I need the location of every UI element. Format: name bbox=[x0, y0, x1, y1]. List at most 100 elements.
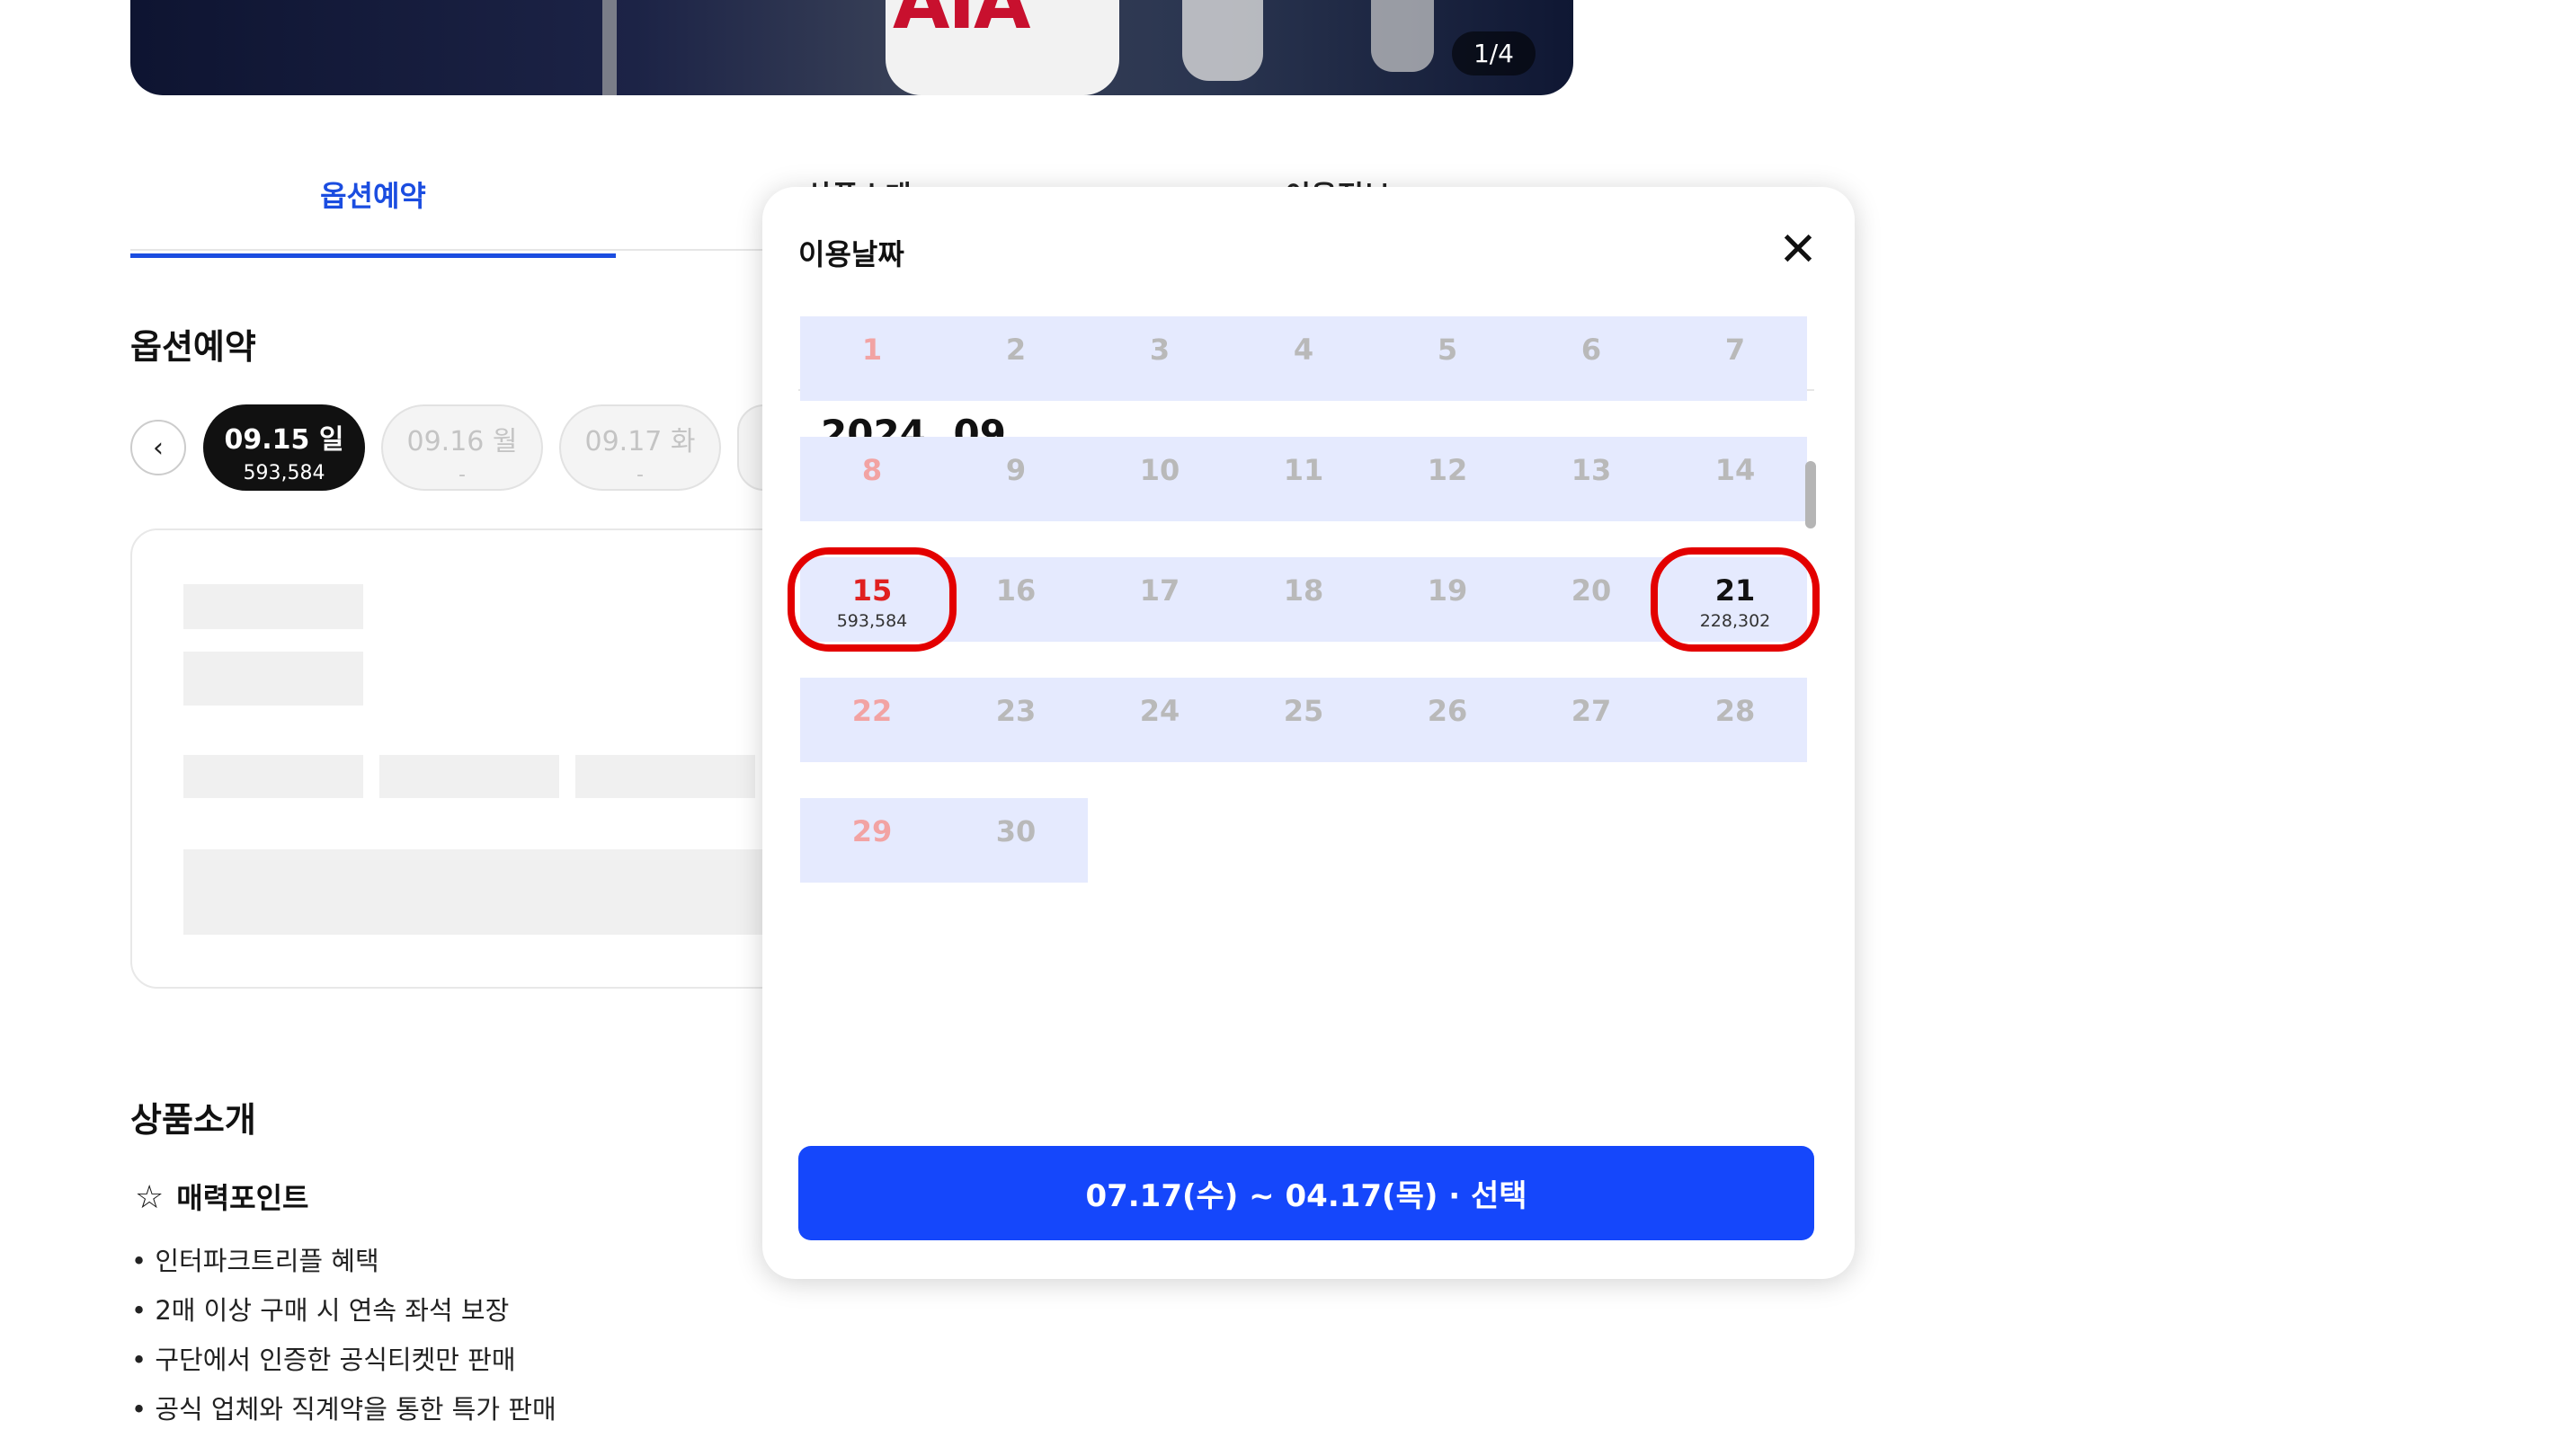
calendar-day[interactable]: 25 bbox=[1232, 678, 1375, 762]
date-pill-price: - bbox=[458, 464, 466, 486]
calendar-day-price: 593,584 bbox=[836, 611, 908, 631]
calendar-day[interactable]: 8 bbox=[800, 437, 944, 521]
calendar-day[interactable]: 9 bbox=[944, 437, 1088, 521]
calendar-day[interactable]: 4 bbox=[1232, 316, 1375, 401]
list-item: 인터파크트리플 혜택 bbox=[131, 1240, 556, 1290]
prev-date-button[interactable]: ‹ bbox=[130, 420, 186, 475]
calendar-day[interactable]: 13 bbox=[1519, 437, 1663, 521]
skeleton-block bbox=[183, 584, 363, 629]
calendar-day-number: 16 bbox=[995, 573, 1037, 608]
calendar-day[interactable]: 15 593,584 bbox=[800, 557, 944, 642]
calendar-day[interactable]: 3 bbox=[1088, 316, 1232, 401]
calendar-day[interactable]: 5 bbox=[1375, 316, 1519, 401]
calendar-day[interactable]: 26 bbox=[1375, 678, 1519, 762]
calendar-scrollbar[interactable] bbox=[1805, 461, 1816, 528]
select-date-button[interactable]: 07.17(수) ~ 04.17(목) · 선택 bbox=[798, 1146, 1814, 1240]
date-pill-selected[interactable]: 09.15 일 593,584 bbox=[203, 404, 365, 491]
modal-title: 이용날짜 bbox=[798, 237, 904, 271]
calendar-day[interactable]: 16 bbox=[944, 557, 1088, 642]
calendar-day[interactable]: 12 bbox=[1375, 437, 1519, 521]
calendar-day-number: 29 bbox=[851, 814, 893, 848]
calendar-day-number: 7 bbox=[1724, 333, 1746, 367]
date-pill-label: 09.17 화 bbox=[584, 426, 696, 457]
calendar-day-number: 26 bbox=[1427, 694, 1468, 728]
hero-image-pole bbox=[602, 0, 617, 95]
tab-options[interactable]: 옵션예약 bbox=[130, 166, 616, 258]
calendar-day-number: 28 bbox=[1714, 694, 1756, 728]
list-item: 공식 업체와 직계약을 통한 특가 판매 bbox=[131, 1389, 556, 1438]
chevron-left-icon: ‹ bbox=[153, 431, 164, 464]
calendar-day[interactable]: 28 bbox=[1663, 678, 1807, 762]
attract-list: 인터파크트리플 혜택 2매 이상 구매 시 연속 좌석 보장 구단에서 인증한 … bbox=[131, 1240, 556, 1438]
date-pill-price: - bbox=[637, 464, 644, 486]
calendar-day-number: 11 bbox=[1283, 453, 1324, 487]
skeleton-block bbox=[183, 652, 363, 706]
list-item: 2매 이상 구매 시 연속 좌석 보장 bbox=[131, 1290, 556, 1339]
calendar-day[interactable]: 18 bbox=[1232, 557, 1375, 642]
calendar-day-number: 14 bbox=[1714, 453, 1756, 487]
slide-counter: 1/4 bbox=[1451, 31, 1536, 75]
date-pill[interactable]: 09.17 화 - bbox=[559, 404, 721, 491]
skeleton-block bbox=[379, 755, 559, 798]
calendar-day[interactable]: 10 bbox=[1088, 437, 1232, 521]
product-title: 상품소개 bbox=[130, 1100, 256, 1140]
calendar-day-number: 4 bbox=[1293, 333, 1314, 367]
calendar-day[interactable]: 22 bbox=[800, 678, 944, 762]
skeleton-block bbox=[575, 755, 755, 798]
calendar-day-number: 27 bbox=[1571, 694, 1612, 728]
attract-heading: ☆ 매력포인트 bbox=[135, 1176, 308, 1217]
calendar-day[interactable]: 2 bbox=[944, 316, 1088, 401]
calendar-day-number: 18 bbox=[1283, 573, 1324, 608]
date-pill-price: 593,584 bbox=[243, 462, 325, 484]
calendar-day[interactable]: 6 bbox=[1519, 316, 1663, 401]
calendar-day-number: 2 bbox=[1005, 333, 1027, 367]
calendar-day-price: 228,302 bbox=[1699, 611, 1771, 631]
date-picker-modal: 이용날짜 ✕ 일 월 화 수 목 금 토 2024. 09 1234567891… bbox=[762, 187, 1855, 1279]
calendar-day[interactable]: 21 228,302 bbox=[1663, 557, 1807, 642]
calendar-day-number: 1 bbox=[861, 333, 883, 367]
calendar-day-number: 25 bbox=[1283, 694, 1324, 728]
calendar-day[interactable]: 1 bbox=[800, 316, 944, 401]
calendar-day[interactable]: 11 bbox=[1232, 437, 1375, 521]
calendar-day-number: 21 bbox=[1714, 573, 1756, 608]
hero-banner[interactable]: AIA 1/4 bbox=[130, 0, 1573, 95]
calendar-day-number: 22 bbox=[851, 694, 893, 728]
hero-shirt-text: AIA bbox=[893, 0, 1030, 46]
calendar-day-number: 13 bbox=[1571, 453, 1612, 487]
calendar-day[interactable]: 17 bbox=[1088, 557, 1232, 642]
hero-image-player: AIA bbox=[886, 0, 1119, 95]
date-pill-label: 09.16 월 bbox=[406, 426, 518, 457]
calendar-day[interactable]: 23 bbox=[944, 678, 1088, 762]
calendar-day[interactable]: 29 bbox=[800, 798, 944, 883]
calendar-day-number: 15 bbox=[851, 573, 893, 608]
calendar-day-number: 23 bbox=[995, 694, 1037, 728]
calendar-day-number: 19 bbox=[1427, 573, 1468, 608]
close-icon[interactable]: ✕ bbox=[1778, 226, 1818, 273]
calendar-day[interactable]: 27 bbox=[1519, 678, 1663, 762]
options-title: 옵션예약 bbox=[130, 327, 256, 367]
calendar-day-number: 17 bbox=[1139, 573, 1180, 608]
calendar-day-number: 20 bbox=[1571, 573, 1612, 608]
calendar-day-number: 12 bbox=[1427, 453, 1468, 487]
calendar-day[interactable]: 20 bbox=[1519, 557, 1663, 642]
skeleton-block bbox=[183, 755, 363, 798]
date-pill[interactable]: 09.16 월 - bbox=[381, 404, 543, 491]
calendar-day-number: 24 bbox=[1139, 694, 1180, 728]
calendar-day-number: 9 bbox=[1005, 453, 1027, 487]
hero-image-player bbox=[1371, 0, 1434, 72]
calendar-day[interactable]: 19 bbox=[1375, 557, 1519, 642]
hero-image-player bbox=[1182, 0, 1263, 81]
calendar-day[interactable]: 14 bbox=[1663, 437, 1807, 521]
calendar-day[interactable]: 30 bbox=[944, 798, 1088, 883]
calendar-day-number: 8 bbox=[861, 453, 883, 487]
calendar-day-number: 6 bbox=[1580, 333, 1602, 367]
calendar-day[interactable]: 24 bbox=[1088, 678, 1232, 762]
star-outline-icon: ☆ bbox=[135, 1179, 165, 1216]
calendar-day-number: 3 bbox=[1149, 333, 1171, 367]
calendar-day[interactable]: 7 bbox=[1663, 316, 1807, 401]
attract-title: 매력포인트 bbox=[176, 1181, 309, 1215]
date-pill-label: 09.15 일 bbox=[224, 424, 344, 456]
calendar-day-number: 5 bbox=[1437, 333, 1458, 367]
list-item: 구단에서 인증한 공식티켓만 판매 bbox=[131, 1339, 556, 1389]
calendar-day-number: 10 bbox=[1139, 453, 1180, 487]
